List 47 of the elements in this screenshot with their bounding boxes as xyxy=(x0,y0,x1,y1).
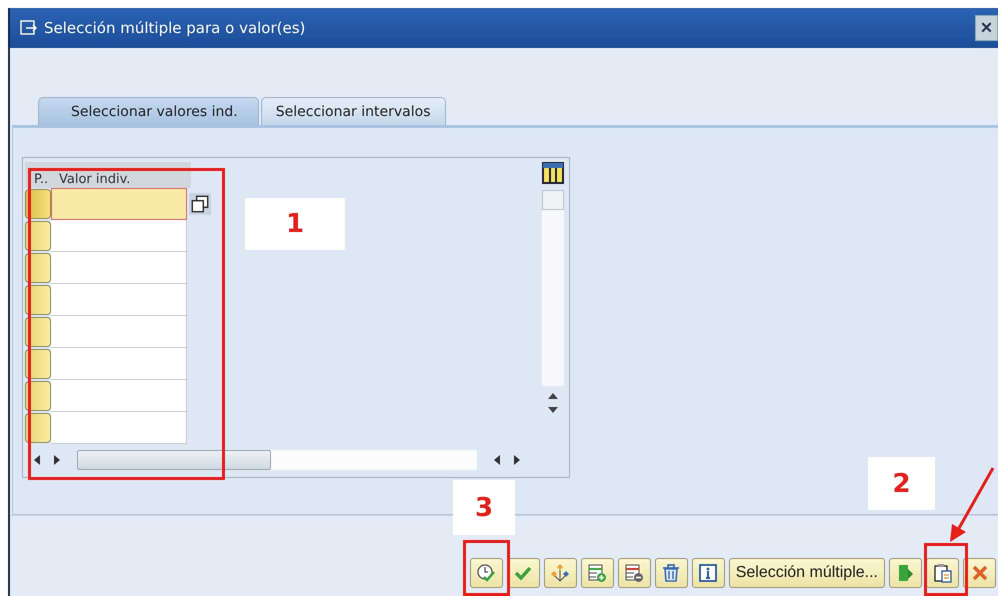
scrollbar-thumb[interactable] xyxy=(77,450,271,470)
value-field[interactable] xyxy=(51,252,187,284)
diamonds-icon xyxy=(550,563,570,583)
trash-icon xyxy=(661,563,682,583)
value-field[interactable] xyxy=(51,412,187,444)
copy-icon[interactable] xyxy=(189,193,211,215)
value-field[interactable] xyxy=(51,316,187,348)
trash-button[interactable] xyxy=(654,558,688,588)
delete-row-button[interactable] xyxy=(618,558,651,588)
value-field[interactable] xyxy=(51,220,187,252)
window-icon xyxy=(20,20,38,36)
insert-row-button[interactable] xyxy=(580,558,614,588)
clock-check-icon xyxy=(476,563,496,583)
multiple-selection-button[interactable]: Selección múltiple... xyxy=(728,558,885,588)
tab[interactable]: Seleccionar valores ind. xyxy=(38,97,259,125)
scroll-left-icon[interactable] xyxy=(33,455,41,465)
step-number: 2 xyxy=(868,457,935,510)
cancel-button[interactable] xyxy=(963,558,996,588)
window-title: Selección múltiple para o valor(es) xyxy=(44,19,306,37)
remove-row-icon xyxy=(624,563,644,583)
value-field[interactable] xyxy=(51,380,187,412)
scrollbar-thumb[interactable] xyxy=(542,190,564,210)
close-button[interactable]: × xyxy=(975,15,998,41)
scroll-right-icon[interactable] xyxy=(53,455,61,465)
info-icon xyxy=(698,563,718,583)
scroll-left-icon[interactable] xyxy=(493,455,501,465)
add-row-icon xyxy=(587,563,608,583)
paste-button[interactable] xyxy=(926,558,959,588)
highlight-frame xyxy=(924,543,968,596)
import-button[interactable] xyxy=(889,558,922,588)
scroll-up-icon[interactable] xyxy=(548,392,558,400)
value-field[interactable] xyxy=(51,284,187,316)
value-field[interactable] xyxy=(51,188,187,220)
step-number: 3 xyxy=(453,480,515,535)
column-layout-icon[interactable] xyxy=(542,162,564,184)
highlight-frame xyxy=(463,540,510,596)
clipboard-icon xyxy=(932,563,952,583)
scroll-down-icon[interactable] xyxy=(548,406,558,414)
execute-button[interactable] xyxy=(470,558,503,588)
step-number: 1 xyxy=(245,198,345,250)
column-header: P.. xyxy=(33,172,50,187)
value-field[interactable] xyxy=(51,348,187,380)
column-header: Valor indiv. xyxy=(58,172,130,187)
scroll-right-icon[interactable] xyxy=(513,455,521,465)
info-button[interactable] xyxy=(692,558,725,588)
tab[interactable]: Seleccionar intervalos xyxy=(260,97,446,125)
diamonds-button[interactable] xyxy=(544,558,577,588)
